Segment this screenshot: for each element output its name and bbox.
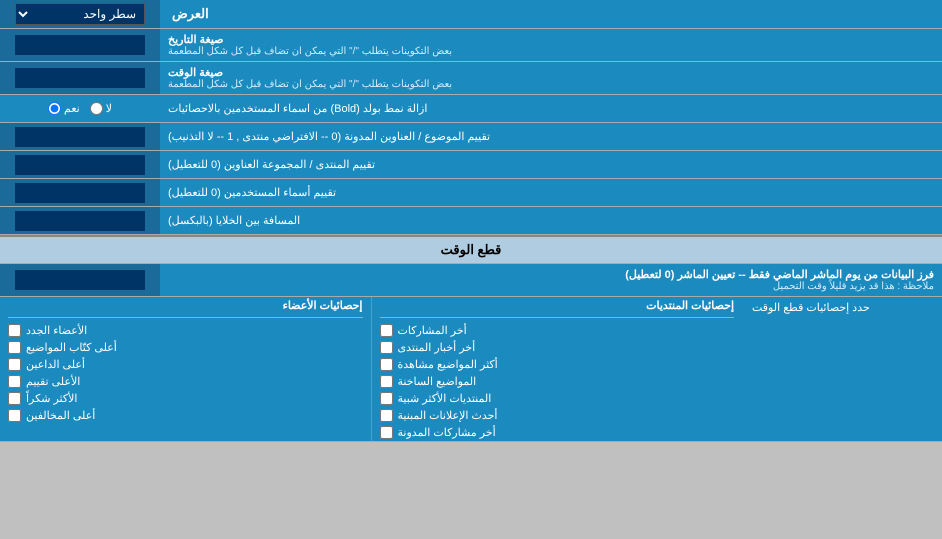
topic-address-row: تقييم الموضوع / العناوين المدونة (0 -- ا… — [0, 123, 942, 151]
display-input-cell: سطر واحد سطرين ثلاثة أسطر — [0, 0, 160, 28]
date-format-row: صيغة التاريخ بعض التكوينات يتطلب "/" الت… — [0, 29, 942, 62]
cb-top-inviters: أعلى الداعين — [8, 356, 363, 373]
checkbox-top-topic-writers[interactable] — [8, 341, 21, 354]
checkbox-last-posts[interactable] — [380, 324, 393, 337]
bold-remove-label: ازالة نمط بولد (Bold) من اسماء المستخدمي… — [160, 95, 942, 122]
date-format-label: صيغة التاريخ بعض التكوينات يتطلب "/" الت… — [160, 29, 942, 61]
radio-no[interactable] — [90, 102, 103, 115]
display-label-text: العرض — [172, 6, 209, 22]
cb-latest-announcements: أحدث الإعلانات المبنية — [380, 407, 735, 424]
user-names-label: تقييم أسماء المستخدمين (0 للتعطيل) — [160, 179, 942, 206]
time-format-row: صيغة الوقت بعض التكوينات يتطلب "/" التي … — [0, 62, 942, 95]
members-checkbox-col: إحصائيات الأعضاء الأعضاء الجدد أعلى كتّا… — [0, 297, 371, 441]
checkbox-top-rated[interactable] — [8, 375, 21, 388]
cutoff-section-header: قطع الوقت — [0, 235, 942, 264]
user-names-input[interactable]: 0 — [15, 183, 145, 203]
cb-new-members: الأعضاء الجدد — [8, 322, 363, 339]
cb-hot-topics: المواضيع الساخنة — [380, 373, 735, 390]
checkbox-latest-announcements[interactable] — [380, 409, 393, 422]
forum-group-row: تقييم المنتدى / المجموعة العناوين (0 للت… — [0, 151, 942, 179]
stats-define-label: حدد إحصائيات قطع الوقت — [742, 297, 942, 441]
cutoff-row: فرز البيانات من يوم الماشر الماضي فقط --… — [0, 264, 942, 297]
posts-col-header: إحصائيات المنتديات — [380, 297, 735, 318]
time-format-input-cell: H:i — [0, 62, 160, 94]
cb-last-posts: أخر المشاركات — [380, 322, 735, 339]
date-format-input-cell: d-m — [0, 29, 160, 61]
checkbox-forum-news[interactable] — [380, 341, 393, 354]
checkbox-hot-topics[interactable] — [380, 375, 393, 388]
user-names-input-cell: 0 — [0, 179, 160, 206]
cell-distance-input-cell: 2 — [0, 207, 160, 234]
date-format-input[interactable]: d-m — [15, 35, 145, 55]
cb-forum-news: أخر أخبار المنتدى — [380, 339, 735, 356]
forum-group-input-cell: 33 — [0, 151, 160, 178]
cb-similar-forums: المنتديات الأكثر شبية — [380, 390, 735, 407]
checkbox-top-inviters[interactable] — [8, 358, 21, 371]
display-select[interactable]: سطر واحد سطرين ثلاثة أسطر — [15, 3, 145, 25]
time-format-label: صيغة الوقت بعض التكوينات يتطلب "/" التي … — [160, 62, 942, 94]
time-format-input[interactable]: H:i — [15, 68, 145, 88]
checkbox-blog-posts[interactable] — [380, 426, 393, 439]
cb-blog-posts: أخر مشاركات المدونة — [380, 424, 735, 441]
checkbox-most-viewed[interactable] — [380, 358, 393, 371]
display-row: العرض سطر واحد سطرين ثلاثة أسطر — [0, 0, 942, 29]
cb-most-thanked: الأكثر شكراً — [8, 390, 363, 407]
cb-top-violators: أعلى المخالفين — [8, 407, 363, 424]
members-col-header: إحصائيات الأعضاء — [8, 297, 363, 318]
radio-yes-label: نعم — [48, 102, 80, 115]
checkboxes-section: حدد إحصائيات قطع الوقت إحصائيات المنتديا… — [0, 297, 942, 442]
topic-address-label: تقييم الموضوع / العناوين المدونة (0 -- ا… — [160, 123, 942, 150]
cb-top-topic-writers: أعلى كتّاب المواضيع — [8, 339, 363, 356]
radio-no-label: لا — [90, 102, 112, 115]
topic-address-input[interactable]: 33 — [15, 127, 145, 147]
checkbox-similar-forums[interactable] — [380, 392, 393, 405]
checkbox-new-members[interactable] — [8, 324, 21, 337]
radio-yes[interactable] — [48, 102, 61, 115]
cell-distance-input[interactable]: 2 — [15, 211, 145, 231]
cutoff-input-cell: 0 — [0, 264, 160, 296]
cell-distance-label: المسافة بين الخلايا (بالبكسل) — [160, 207, 942, 234]
cb-most-viewed: أكثر المواضيع مشاهدة — [380, 356, 735, 373]
user-names-row: تقييم أسماء المستخدمين (0 للتعطيل) 0 — [0, 179, 942, 207]
cutoff-label: فرز البيانات من يوم الماشر الماضي فقط --… — [160, 264, 942, 296]
checkbox-top-violators[interactable] — [8, 409, 21, 422]
bold-remove-row: ازالة نمط بولد (Bold) من اسماء المستخدمي… — [0, 95, 942, 123]
forum-group-input[interactable]: 33 — [15, 155, 145, 175]
forum-group-label: تقييم المنتدى / المجموعة العناوين (0 للت… — [160, 151, 942, 178]
cb-top-rated: الأعلى تقييم — [8, 373, 363, 390]
posts-checkbox-col: إحصائيات المنتديات أخر المشاركات أخر أخب… — [371, 297, 743, 441]
cutoff-input[interactable]: 0 — [15, 270, 145, 290]
topic-address-input-cell: 33 — [0, 123, 160, 150]
bold-remove-radio-cell: نعم لا — [0, 95, 160, 122]
display-label: العرض — [160, 0, 942, 28]
cell-distance-row: المسافة بين الخلايا (بالبكسل) 2 — [0, 207, 942, 235]
checkbox-most-thanked[interactable] — [8, 392, 21, 405]
